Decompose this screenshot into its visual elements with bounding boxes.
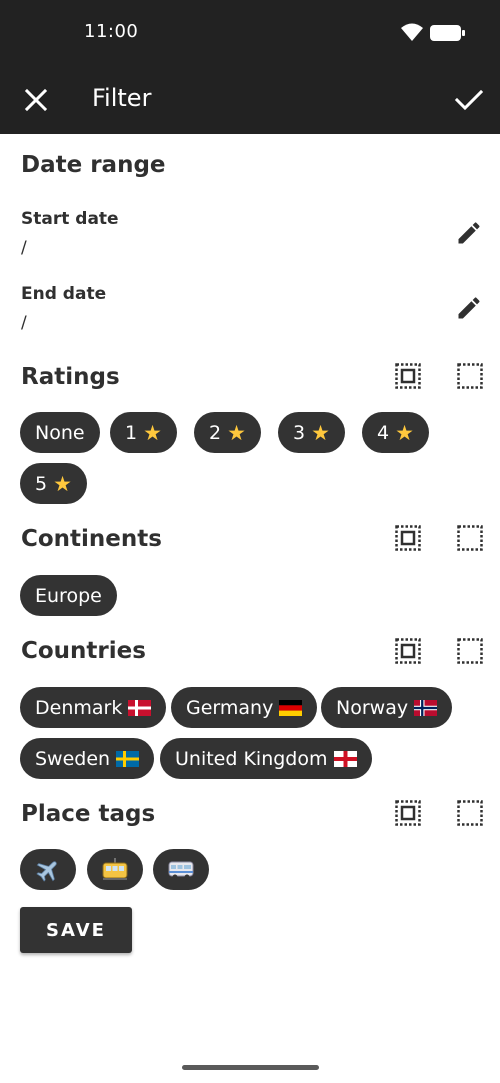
start-date-label: Start date bbox=[21, 209, 119, 229]
wifi-icon bbox=[401, 23, 423, 41]
close-icon[interactable] bbox=[20, 84, 52, 116]
end-date-value: / bbox=[21, 313, 27, 333]
star-icon: ★ bbox=[311, 420, 330, 445]
rating-chip-4[interactable]: 4 ★ bbox=[362, 412, 429, 453]
rating-chip-2[interactable]: 2 ★ bbox=[194, 412, 261, 453]
status-bar: 11:00 bbox=[0, 0, 500, 64]
star-icon: ★ bbox=[53, 471, 72, 496]
star-icon: ★ bbox=[395, 420, 414, 445]
battery-icon bbox=[430, 25, 465, 41]
country-chip-sweden[interactable]: Sweden bbox=[20, 738, 155, 779]
deselect-all-icon[interactable] bbox=[457, 800, 483, 826]
select-all-icon[interactable] bbox=[395, 638, 421, 664]
place-tags-title: Place tags bbox=[21, 801, 156, 827]
germany-flag-icon bbox=[279, 699, 303, 716]
select-all-icon[interactable] bbox=[395, 525, 421, 551]
country-chip-united-kingdom[interactable]: United Kingdom bbox=[160, 738, 372, 779]
date-range-title: Date range bbox=[21, 152, 166, 178]
chip-label: Germany bbox=[186, 696, 274, 719]
rating-chip-1[interactable]: 1 ★ bbox=[110, 412, 177, 453]
deselect-all-icon[interactable] bbox=[457, 363, 483, 389]
country-chip-germany[interactable]: Germany bbox=[171, 687, 318, 728]
save-button[interactable]: SAVE bbox=[20, 907, 132, 953]
home-indicator[interactable] bbox=[182, 1065, 319, 1070]
edit-start-date-icon[interactable] bbox=[455, 219, 483, 247]
country-chip-denmark[interactable]: Denmark bbox=[20, 687, 167, 728]
chip-label: 4 bbox=[377, 421, 390, 444]
continent-chip-europe[interactable]: Europe bbox=[20, 575, 117, 616]
chip-label: Denmark bbox=[35, 696, 123, 719]
denmark-flag-icon bbox=[128, 699, 152, 716]
check-icon[interactable] bbox=[452, 84, 486, 116]
tag-chip-bus[interactable] bbox=[153, 849, 209, 890]
bus-icon bbox=[168, 861, 194, 879]
chip-label: 3 bbox=[293, 421, 306, 444]
chip-label: Europe bbox=[35, 584, 102, 607]
end-date-label: End date bbox=[21, 284, 107, 304]
select-all-icon[interactable] bbox=[395, 800, 421, 826]
edit-end-date-icon[interactable] bbox=[455, 294, 483, 322]
status-time: 11:00 bbox=[84, 21, 139, 42]
deselect-all-icon[interactable] bbox=[457, 525, 483, 551]
deselect-all-icon[interactable] bbox=[457, 638, 483, 664]
chip-label: 2 bbox=[209, 421, 222, 444]
countries-title: Countries bbox=[21, 638, 146, 664]
start-date-value: / bbox=[21, 238, 27, 258]
chip-label: United Kingdom bbox=[175, 747, 328, 770]
airplane-icon bbox=[36, 860, 57, 882]
tag-chip-tram[interactable] bbox=[87, 849, 143, 890]
norway-flag-icon bbox=[414, 699, 438, 716]
chip-label: None bbox=[35, 421, 85, 444]
page-title: Filter bbox=[92, 84, 152, 112]
star-icon: ★ bbox=[227, 420, 246, 445]
rating-chip-3[interactable]: 3 ★ bbox=[278, 412, 345, 453]
star-icon: ★ bbox=[143, 420, 162, 445]
england-flag-icon bbox=[333, 750, 357, 767]
chip-label: Sweden bbox=[35, 747, 111, 770]
select-all-icon[interactable] bbox=[395, 363, 421, 389]
chip-label: Norway bbox=[336, 696, 409, 719]
chip-label: 1 bbox=[125, 421, 138, 444]
sweden-flag-icon bbox=[116, 750, 140, 767]
chip-label: 5 bbox=[35, 472, 48, 495]
continents-title: Continents bbox=[21, 526, 162, 552]
tag-chip-airplane[interactable] bbox=[20, 849, 76, 890]
country-chip-norway[interactable]: Norway bbox=[321, 687, 453, 728]
tram-icon bbox=[102, 857, 128, 880]
ratings-title: Ratings bbox=[21, 364, 120, 390]
rating-chip-none[interactable]: None bbox=[20, 412, 100, 453]
rating-chip-5[interactable]: 5 ★ bbox=[20, 463, 87, 504]
app-bar: Filter bbox=[0, 64, 500, 134]
